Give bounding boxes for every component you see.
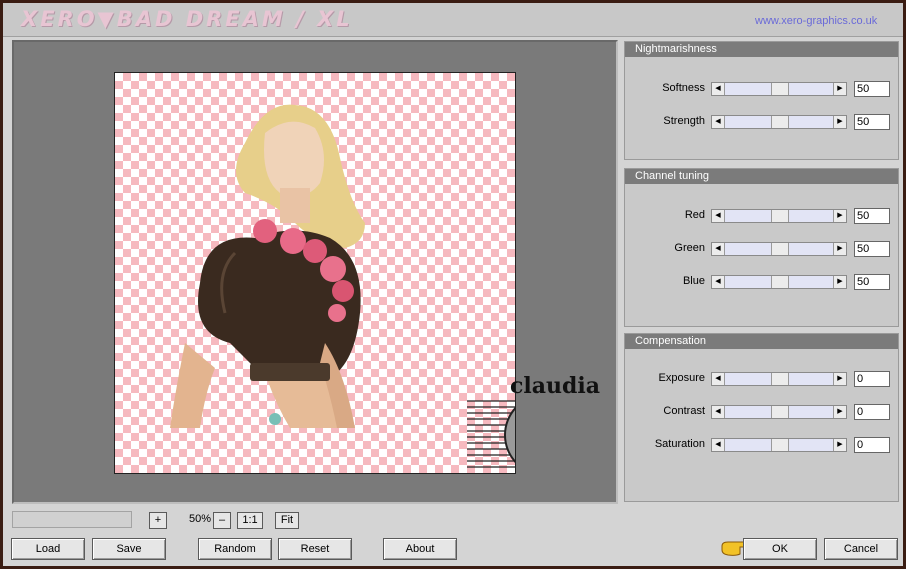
slider-thumb[interactable] xyxy=(771,243,789,255)
slider-label: Strength xyxy=(663,115,705,127)
softness-row: Softness ◀ ▶ 50 xyxy=(625,80,898,98)
softness-value-input[interactable]: 50 xyxy=(854,81,890,97)
red-row: Red ◀ ▶ 50 xyxy=(625,207,898,225)
exposure-value-input[interactable]: 0 xyxy=(854,371,890,387)
slider-label: Green xyxy=(674,242,705,254)
cancel-button[interactable]: Cancel xyxy=(824,538,898,560)
preview-image xyxy=(170,104,622,476)
nightmarishness-panel: Nightmarishness Softness ◀ ▶ 50 Strength… xyxy=(624,41,899,160)
contrast-slider[interactable]: ◀ ▶ xyxy=(711,405,847,419)
contrast-value-input[interactable]: 0 xyxy=(854,404,890,420)
saturation-slider[interactable]: ◀ ▶ xyxy=(711,438,847,452)
zoom-out-button[interactable]: – xyxy=(213,512,231,529)
arrow-right-icon[interactable]: ▶ xyxy=(833,276,846,288)
random-button[interactable]: Random xyxy=(198,538,272,560)
slider-thumb[interactable] xyxy=(771,210,789,222)
strength-value-input[interactable]: 50 xyxy=(854,114,890,130)
zoom-in-button[interactable]: + xyxy=(149,512,167,529)
channel-tuning-panel: Channel tuning Red ◀ ▶ 50 Green ◀ ▶ 50 B… xyxy=(624,168,899,327)
arrow-right-icon[interactable]: ▶ xyxy=(833,116,846,128)
green-row: Green ◀ ▶ 50 xyxy=(625,240,898,258)
website-link[interactable]: www.xero-graphics.co.uk xyxy=(755,15,877,27)
slider-thumb[interactable] xyxy=(771,373,789,385)
preview-area[interactable]: claudia xyxy=(12,40,622,504)
ok-button[interactable]: OK xyxy=(743,538,817,560)
arrow-left-icon[interactable]: ◀ xyxy=(712,116,725,128)
app-title: XERO▼BAD DREAM / XL xyxy=(21,7,353,31)
green-value-input[interactable]: 50 xyxy=(854,241,890,257)
plugin-window: XERO▼BAD DREAM / XL www.xero-graphics.co… xyxy=(3,3,903,566)
save-button[interactable]: Save xyxy=(92,538,166,560)
slider-label: Exposure xyxy=(658,372,705,384)
arrow-right-icon[interactable]: ▶ xyxy=(833,243,846,255)
slider-thumb[interactable] xyxy=(771,276,789,288)
exposure-slider[interactable]: ◀ ▶ xyxy=(711,372,847,386)
compensation-panel: Compensation Exposure ◀ ▶ 0 Contrast ◀ ▶… xyxy=(624,333,899,502)
slider-label: Red xyxy=(684,209,705,221)
arrow-right-icon[interactable]: ▶ xyxy=(833,210,846,222)
arrow-left-icon[interactable]: ◀ xyxy=(712,276,725,288)
red-slider[interactable]: ◀ ▶ xyxy=(711,209,847,223)
reset-button[interactable]: Reset xyxy=(278,538,352,560)
red-value-input[interactable]: 50 xyxy=(854,208,890,224)
blue-value-input[interactable]: 50 xyxy=(854,274,890,290)
arrow-right-icon[interactable]: ▶ xyxy=(833,83,846,95)
arrow-right-icon[interactable]: ▶ xyxy=(833,439,846,451)
saturation-row: Saturation ◀ ▶ 0 xyxy=(625,436,898,454)
arrow-right-icon[interactable]: ▶ xyxy=(833,373,846,385)
arrow-right-icon[interactable]: ▶ xyxy=(833,406,846,418)
softness-slider[interactable]: ◀ ▶ xyxy=(711,82,847,96)
slider-thumb[interactable] xyxy=(771,439,789,451)
strength-slider[interactable]: ◀ ▶ xyxy=(711,115,847,129)
fit-button[interactable]: Fit xyxy=(275,512,299,529)
arrow-left-icon[interactable]: ◀ xyxy=(712,243,725,255)
exposure-row: Exposure ◀ ▶ 0 xyxy=(625,370,898,388)
progress-bar xyxy=(12,511,132,528)
about-button[interactable]: About xyxy=(383,538,457,560)
blue-slider[interactable]: ◀ ▶ xyxy=(711,275,847,289)
arrow-left-icon[interactable]: ◀ xyxy=(712,373,725,385)
slider-thumb[interactable] xyxy=(771,116,789,128)
blue-row: Blue ◀ ▶ 50 xyxy=(625,273,898,291)
preview-canvas[interactable]: claudia xyxy=(114,72,622,476)
panel-title: Nightmarishness xyxy=(625,42,898,57)
watermark-text: claudia xyxy=(510,373,600,399)
load-button[interactable]: Load xyxy=(11,538,85,560)
arrow-left-icon[interactable]: ◀ xyxy=(712,406,725,418)
strength-row: Strength ◀ ▶ 50 xyxy=(625,113,898,131)
slider-label: Saturation xyxy=(654,438,705,450)
slider-label: Blue xyxy=(682,275,705,287)
panel-title: Compensation xyxy=(625,334,898,349)
slider-label: Softness xyxy=(662,82,705,94)
saturation-value-input[interactable]: 0 xyxy=(854,437,890,453)
contrast-row: Contrast ◀ ▶ 0 xyxy=(625,403,898,421)
title-bar: XERO▼BAD DREAM / XL www.xero-graphics.co… xyxy=(3,3,903,37)
arrow-left-icon[interactable]: ◀ xyxy=(712,439,725,451)
slider-thumb[interactable] xyxy=(771,406,789,418)
green-slider[interactable]: ◀ ▶ xyxy=(711,242,847,256)
actual-size-button[interactable]: 1:1 xyxy=(237,512,263,529)
arrow-left-icon[interactable]: ◀ xyxy=(712,83,725,95)
panel-title: Channel tuning xyxy=(625,169,898,184)
slider-thumb[interactable] xyxy=(771,83,789,95)
arrow-left-icon[interactable]: ◀ xyxy=(712,210,725,222)
slider-label: Contrast xyxy=(663,405,705,417)
